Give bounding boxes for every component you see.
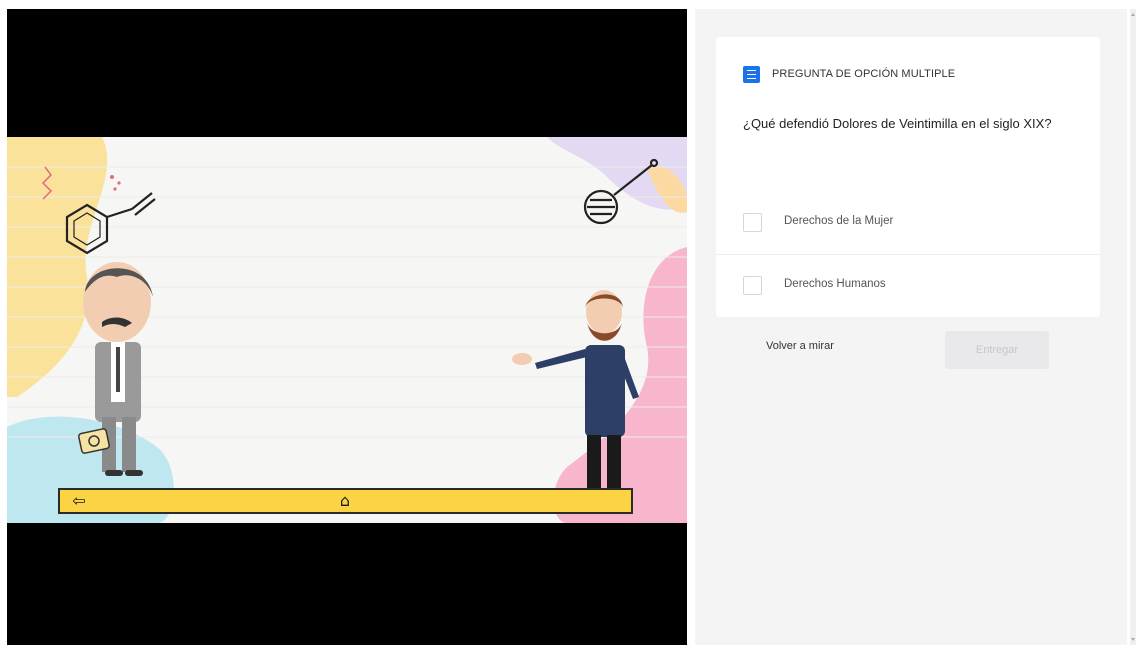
option-label: Derechos Humanos (784, 278, 886, 290)
back-arrow-icon[interactable]: ⇦ (68, 492, 90, 510)
question-card: PREGUNTA DE OPCIÓN MULTIPLE ¿Qué defendi… (716, 37, 1100, 317)
scrollbar[interactable] (1130, 9, 1136, 645)
question-type-label: PREGUNTA DE OPCIÓN MULTIPLE (772, 68, 956, 80)
video-slide: ⇦ ⌂ (7, 137, 687, 523)
slide-navigation-bar: ⇦ ⌂ (58, 488, 633, 514)
option-label: Derechos de la Mujer (784, 215, 894, 227)
scroll-down-icon[interactable] (1131, 638, 1135, 641)
question-panel: PREGUNTA DE OPCIÓN MULTIPLE ¿Qué defendi… (695, 9, 1127, 645)
rewatch-button[interactable]: Volver a mirar (766, 340, 834, 352)
question-type-row: PREGUNTA DE OPCIÓN MULTIPLE (743, 64, 955, 84)
home-icon[interactable]: ⌂ (334, 492, 356, 510)
option-checkbox[interactable] (743, 276, 762, 295)
answer-option[interactable]: Derechos Humanos (716, 254, 1100, 317)
option-checkbox[interactable] (743, 213, 762, 232)
list-icon (743, 65, 760, 83)
question-text: ¿Qué defendió Dolores de Veintimilla en … (743, 116, 1052, 131)
submit-button[interactable]: Entregar (945, 331, 1049, 369)
scroll-up-icon[interactable] (1131, 13, 1135, 16)
video-player[interactable]: ⇦ ⌂ (7, 9, 687, 645)
yellow-blob (7, 137, 108, 397)
slide-illustration (7, 137, 687, 523)
answer-option[interactable]: Derechos de la Mujer (716, 192, 1100, 254)
